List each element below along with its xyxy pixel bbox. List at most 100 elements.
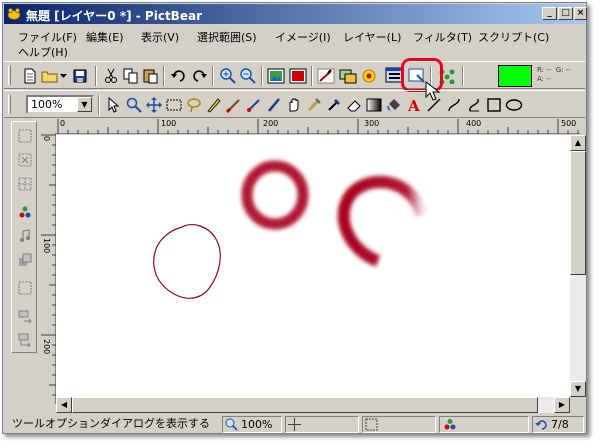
layer-move-icon[interactable] [15, 306, 35, 326]
open-folder-icon[interactable] [40, 66, 60, 86]
title-bar: 無題 [レイヤー0 *] - PictBear _ □ × [4, 4, 587, 24]
maximize-button[interactable]: □ [558, 7, 573, 20]
menu-selection[interactable]: 選択範囲(S) [197, 29, 257, 45]
toolbar-grip[interactable] [8, 66, 11, 85]
menu-help[interactable]: ヘルプ(H) [18, 44, 68, 60]
marquee-icon[interactable] [15, 126, 35, 146]
pen-icon[interactable] [264, 95, 284, 115]
eraser-icon[interactable] [344, 95, 364, 115]
menu-filter[interactable]: フィルタ(T) [413, 29, 472, 45]
ruler-ticks-vertical [41, 134, 56, 396]
canvas-drawing [153, 160, 428, 299]
ruler-vlabel-200: 200 [42, 339, 51, 355]
scroll-down-icon[interactable]: ▼ [570, 381, 586, 397]
ruler-vertical: 0 100 200 [41, 134, 56, 404]
cut-icon[interactable] [101, 66, 121, 86]
airbrush-arc [337, 176, 428, 267]
music-note-icon[interactable] [15, 226, 35, 246]
zoom-combo[interactable]: 100% ▼ [26, 95, 94, 114]
status-message: ツールオプションダイアログを表示する [12, 417, 210, 430]
menu-script[interactable]: スクリプト(C) [478, 29, 549, 45]
layers-icon[interactable] [338, 66, 358, 86]
status-zoom: 100% [241, 418, 273, 431]
menu-edit[interactable]: 編集(E) [86, 29, 124, 45]
drawing-canvas[interactable] [56, 135, 570, 397]
save-disk-icon[interactable] [70, 66, 90, 86]
zoom-in-icon[interactable] [218, 66, 238, 86]
menu-bar: ファイル(F) 編集(E) 表示(V) 選択範囲(S) イメージ(I) レイヤー… [4, 25, 585, 61]
move-icon[interactable] [144, 95, 164, 115]
smudge-icon[interactable] [304, 95, 324, 115]
gradient-icon[interactable] [364, 95, 384, 115]
app-window: 無題 [レイヤー0 *] - PictBear _ □ × ファイル(F) 編集… [2, 2, 587, 434]
status-zoom-panel: 100% [222, 416, 282, 433]
pencil-icon[interactable] [204, 95, 224, 115]
ellipse-icon[interactable] [504, 95, 524, 115]
copy-icon[interactable] [121, 66, 141, 86]
ruler-label-100: 100 [161, 119, 177, 128]
bucket-icon[interactable] [384, 95, 404, 115]
horizontal-scroll-thumb[interactable] [72, 397, 538, 413]
ruler-ticks-horizontal [57, 119, 579, 134]
text-icon[interactable]: A [404, 95, 424, 115]
arrow-icon[interactable] [104, 95, 124, 115]
zoom-tool-icon[interactable] [124, 95, 144, 115]
scroll-left-icon[interactable]: ◀ [56, 397, 72, 413]
new-file-icon[interactable] [20, 66, 40, 86]
airbrush-icon[interactable] [244, 95, 264, 115]
frame-select-icon[interactable] [15, 278, 35, 298]
menu-layer[interactable]: レイヤー(L) [343, 29, 401, 45]
bezier-icon[interactable] [464, 95, 484, 115]
svg-text:A: A [407, 97, 420, 113]
vertical-scrollbar[interactable]: ▲ ▼ [570, 135, 586, 397]
color-dots-icon[interactable] [15, 202, 35, 222]
dropdown-arrow-icon[interactable] [58, 66, 68, 86]
toolbar-separator [98, 95, 100, 115]
airbrush-circle [241, 160, 309, 230]
rect-select-icon[interactable] [164, 95, 184, 115]
tool-toolbar: 100% ▼ A [4, 90, 585, 118]
chevron-down-icon[interactable]: ▼ [77, 97, 92, 112]
undo-icon[interactable] [169, 66, 189, 86]
rectangle-icon[interactable] [484, 95, 504, 115]
toolbar-separator [462, 66, 464, 86]
grid-select-icon[interactable] [15, 174, 35, 194]
status-bar: ツールオプションダイアログを表示する 100% 7/8 [4, 414, 585, 434]
redo-icon[interactable] [189, 66, 209, 86]
brush-icon[interactable] [224, 95, 244, 115]
menu-file[interactable]: ファイル(F) [18, 29, 77, 45]
crop-x-icon[interactable] [15, 150, 35, 170]
brush-options-icon[interactable] [316, 66, 336, 86]
stack-icon[interactable] [15, 250, 35, 270]
layer-merge-icon[interactable] [15, 330, 35, 350]
curve-icon[interactable] [444, 95, 464, 115]
horizontal-scrollbar[interactable]: ◀ ▶ [56, 397, 570, 413]
scroll-up-icon[interactable]: ▲ [570, 135, 586, 151]
image-icon[interactable] [266, 66, 286, 86]
size-icon [365, 418, 378, 431]
dropper-icon[interactable] [324, 95, 344, 115]
lasso-icon[interactable] [184, 95, 204, 115]
color-fill-icon[interactable] [288, 66, 308, 86]
paste-icon[interactable] [141, 66, 161, 86]
menu-image[interactable]: イメージ(I) [275, 29, 331, 45]
toolbar-separator [163, 66, 165, 86]
menu-view[interactable]: 表示(V) [141, 29, 179, 45]
toolbar-separator [261, 66, 263, 86]
scroll-right-icon[interactable]: ▶ [554, 397, 570, 413]
minimize-button[interactable]: _ [542, 7, 557, 20]
ruler-vlabel-0: 0 [42, 136, 51, 142]
status-color-panel [439, 416, 529, 433]
foreground-color-swatch[interactable] [498, 65, 532, 87]
ruler-label-400: 400 [466, 119, 482, 128]
toolbar-grip[interactable] [8, 95, 11, 114]
rgb-readout: R: -- G: -- A: -- [537, 66, 571, 83]
vertical-scroll-thumb[interactable] [570, 151, 586, 275]
mouse-cursor-icon [425, 81, 441, 101]
status-history-panel: 7/8 [532, 416, 584, 433]
zoom-out-icon[interactable] [238, 66, 258, 86]
toggle-icon[interactable] [360, 66, 380, 86]
status-cursor-panel [285, 416, 359, 433]
hand-icon[interactable] [284, 95, 304, 115]
close-button[interactable]: × [574, 7, 587, 20]
